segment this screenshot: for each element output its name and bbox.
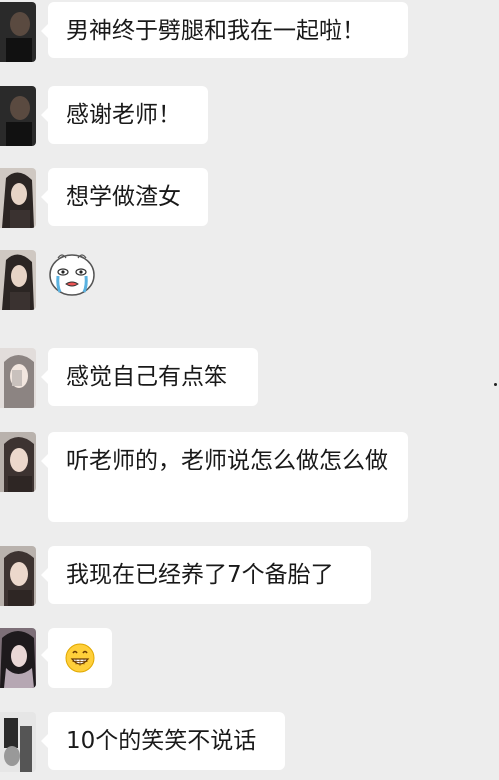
avatar[interactable] [0, 2, 36, 62]
message-bubble[interactable]: 10个的笑笑不说话 [41, 712, 285, 770]
avatar[interactable] [0, 546, 36, 606]
avatar[interactable] [0, 628, 36, 688]
message-bubble[interactable]: 我现在已经养了7个备胎了 [41, 546, 371, 604]
message-bubble[interactable]: 感觉自己有点笨 [41, 348, 258, 406]
avatar[interactable] [0, 86, 36, 146]
message-bubble[interactable]: 感谢老师！ [41, 86, 208, 144]
message-text: 想学做渣女 [66, 184, 181, 210]
avatar[interactable] [0, 712, 36, 772]
message-text: 10个的笑笑不说话 [66, 728, 257, 754]
grinning-face-emoji-icon [65, 643, 95, 673]
message-bubble[interactable]: 男神终于劈腿和我在一起啦！ [41, 2, 408, 58]
avatar[interactable] [0, 348, 36, 408]
message-bubble[interactable]: 想学做渣女 [41, 168, 208, 226]
avatar[interactable] [0, 250, 36, 310]
message-text: 我现在已经养了7个备胎了 [66, 562, 334, 588]
message-text: 听老师的，老师说怎么做怎么做 [66, 448, 388, 474]
message-bubble[interactable] [41, 628, 112, 688]
message-text: 男神终于劈腿和我在一起啦！ [66, 18, 365, 44]
message-text: 感觉自己有点笨 [66, 364, 227, 390]
message-text: 感谢老师！ [66, 102, 181, 128]
crying-face-sticker-icon[interactable] [48, 250, 96, 302]
message-bubble[interactable]: 听老师的，老师说怎么做怎么做 [41, 432, 408, 522]
scroll-indicator-dot [494, 383, 497, 386]
avatar[interactable] [0, 432, 36, 492]
avatar[interactable] [0, 168, 36, 228]
